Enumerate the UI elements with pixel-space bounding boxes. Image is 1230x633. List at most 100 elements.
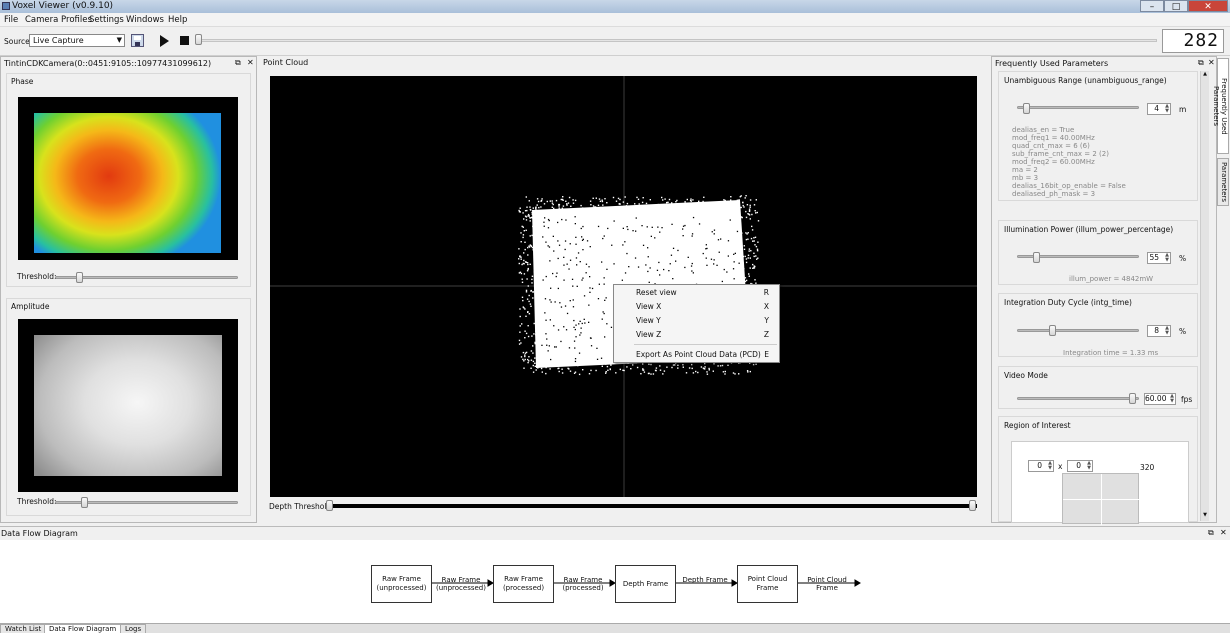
- minimize-button[interactable]: –: [1140, 0, 1164, 12]
- roi-editor[interactable]: 0 ▲ ▼ x 0 ▲ ▼ 320: [1011, 441, 1189, 525]
- parameters-scrollbar[interactable]: ▲ ▼: [1200, 71, 1209, 521]
- illumination-spinbox[interactable]: 55 ▲ ▼: [1147, 252, 1171, 264]
- integration-thumb[interactable]: [1049, 325, 1057, 336]
- video-mode-group: Video Mode 60.00 ▲ ▼ fps: [998, 366, 1198, 409]
- context-view-x[interactable]: View X: [636, 302, 661, 311]
- depth-threshold-min-thumb[interactable]: [326, 500, 333, 511]
- point-cloud-canvas[interactable]: Reset view R View X X View Y Y View Z Z …: [270, 76, 977, 497]
- dataflow-node-depth[interactable]: Depth Frame: [615, 565, 676, 603]
- roi-preview[interactable]: [1062, 473, 1140, 525]
- amplitude-group: Amplitude Threshold:: [6, 298, 251, 516]
- dataflow-node-raw-processed[interactable]: Raw Frame (processed): [493, 565, 554, 603]
- dataflow-edge-label: Raw Frame (unprocessed): [436, 576, 486, 592]
- dataflow-panel: Data Flow Diagram ⧉ ✕ Raw Frame (unproce…: [0, 526, 1230, 624]
- amplitude-image: [34, 335, 222, 476]
- play-icon[interactable]: [160, 35, 169, 47]
- chevron-down-icon: ▼: [116, 36, 122, 44]
- dataflow-edge-label: Depth Frame: [682, 576, 728, 584]
- context-view-z[interactable]: View Z: [636, 330, 661, 339]
- depth-threshold-slider[interactable]: [329, 504, 977, 508]
- unambiguous-range-value: 4: [1154, 104, 1159, 113]
- context-reset-view[interactable]: Reset view: [636, 288, 677, 297]
- amplitude-threshold-thumb[interactable]: [81, 497, 89, 508]
- info-line: mb = 3: [1012, 174, 1039, 182]
- float-icon[interactable]: ⧉: [1198, 58, 1204, 68]
- integration-group: Integration Duty Cycle (intg_time) 8 ▲ ▼ %…: [998, 293, 1198, 357]
- parameters-panel-title: Frequently Used Parameters: [995, 59, 1109, 68]
- app-icon: [2, 2, 10, 10]
- maximize-button[interactable]: □: [1164, 0, 1188, 12]
- illumination-thumb[interactable]: [1033, 252, 1041, 263]
- integration-spinbox[interactable]: 8 ▲ ▼: [1147, 325, 1171, 337]
- float-icon[interactable]: ⧉: [235, 58, 241, 68]
- playback-slider[interactable]: [197, 39, 1157, 42]
- menu-help[interactable]: Help: [168, 15, 187, 25]
- dataflow-title: Data Flow Diagram: [1, 529, 78, 538]
- illumination-title: Illumination Power (illum_power_percenta…: [1004, 225, 1174, 234]
- phase-group: Phase Threshold:: [6, 73, 251, 287]
- tab-data-flow-diagram[interactable]: Data Flow Diagram: [44, 624, 122, 633]
- dataflow-node-point-cloud[interactable]: Point Cloud Frame: [737, 565, 798, 603]
- menu-settings[interactable]: Settings: [89, 15, 124, 25]
- window-title: Voxel Viewer (v0.9.10): [12, 1, 114, 11]
- spin-arrows-icon: ▲ ▼: [1087, 460, 1091, 471]
- unambiguous-range-thumb[interactable]: [1022, 103, 1030, 114]
- context-view-x-key: X: [763, 302, 769, 311]
- point-cloud-panel: Point Cloud Reset view R View X X View Y…: [259, 56, 989, 523]
- video-mode-spinbox[interactable]: 60.00 ▲ ▼: [1144, 393, 1176, 405]
- context-export-pcd[interactable]: Export As Point Cloud Data (PCD): [636, 350, 761, 359]
- tab-watch-list[interactable]: Watch List: [0, 624, 47, 633]
- unambiguous-range-spinbox[interactable]: 4 ▲ ▼: [1147, 103, 1171, 115]
- unambiguous-range-slider[interactable]: [1017, 106, 1139, 109]
- close-icon[interactable]: ✕: [1208, 58, 1215, 67]
- amplitude-threshold-label: Threshold:: [17, 497, 57, 506]
- spin-arrows-icon: ▲ ▼: [1165, 103, 1169, 114]
- dataflow-edge-label: Raw Frame (processed): [562, 576, 604, 592]
- tab-logs[interactable]: Logs: [120, 624, 147, 633]
- spin-arrows-icon: ▲ ▼: [1165, 325, 1169, 336]
- video-mode-thumb[interactable]: [1128, 393, 1136, 404]
- roi-x-spinbox[interactable]: 0 ▲ ▼: [1028, 460, 1054, 472]
- roi-title: Region of Interest: [1004, 421, 1071, 430]
- context-view-y[interactable]: View Y: [636, 316, 661, 325]
- phase-image: [34, 113, 221, 253]
- context-reset-view-key: R: [763, 288, 769, 297]
- close-window-button[interactable]: ✕: [1188, 0, 1228, 12]
- source-select[interactable]: Live Capture ▼: [29, 34, 125, 47]
- float-icon[interactable]: ⧉: [1208, 528, 1214, 538]
- context-view-y-key: Y: [764, 316, 769, 325]
- save-icon[interactable]: [131, 34, 144, 47]
- context-menu: Reset view R View X X View Y Y View Z Z …: [613, 284, 780, 363]
- video-mode-title: Video Mode: [1004, 371, 1048, 380]
- close-icon[interactable]: ✕: [247, 58, 254, 67]
- context-view-z-key: Z: [763, 330, 769, 339]
- phase-threshold-thumb[interactable]: [76, 272, 84, 283]
- playback-slider-thumb[interactable]: [195, 34, 202, 45]
- roi-y-spinbox[interactable]: 0 ▲ ▼: [1067, 460, 1093, 472]
- stop-icon[interactable]: [180, 36, 189, 45]
- frame-counter: 282: [1162, 29, 1224, 53]
- video-mode-slider[interactable]: [1017, 397, 1139, 400]
- integration-value: 8: [1154, 326, 1159, 335]
- depth-threshold-max-thumb[interactable]: [969, 500, 976, 511]
- context-separator: [634, 344, 777, 345]
- depth-threshold-label: Depth Threshold:: [269, 502, 334, 511]
- video-mode-value: 60.00: [1145, 394, 1167, 403]
- menu-file[interactable]: File: [4, 15, 18, 25]
- tab-frequently-used-parameters[interactable]: Frequently Used Parameters: [1212, 58, 1229, 154]
- menu-camera-profiles[interactable]: Camera Profiles: [25, 15, 92, 25]
- phase-image-frame: [18, 97, 238, 260]
- spin-arrows-icon: ▲ ▼: [1165, 252, 1169, 263]
- tab-parameters[interactable]: Parameters: [1217, 158, 1229, 206]
- illumination-info: illum_power = 4842mW: [1069, 275, 1154, 283]
- toolbar: Source: Live Capture ▼ 282: [0, 27, 1230, 56]
- source-select-value: Live Capture: [33, 36, 84, 45]
- menu-windows[interactable]: Windows: [126, 15, 164, 25]
- integration-slider[interactable]: [1017, 329, 1139, 332]
- dataflow-node-raw-unprocessed[interactable]: Raw Frame (unprocessed): [371, 565, 432, 603]
- roi-x-value: 0: [1037, 461, 1042, 470]
- info-line: mod_freq1 = 40.00MHz: [1012, 134, 1095, 142]
- integration-unit: %: [1179, 327, 1187, 336]
- close-icon[interactable]: ✕: [1220, 528, 1227, 537]
- point-cloud-title: Point Cloud: [263, 58, 309, 67]
